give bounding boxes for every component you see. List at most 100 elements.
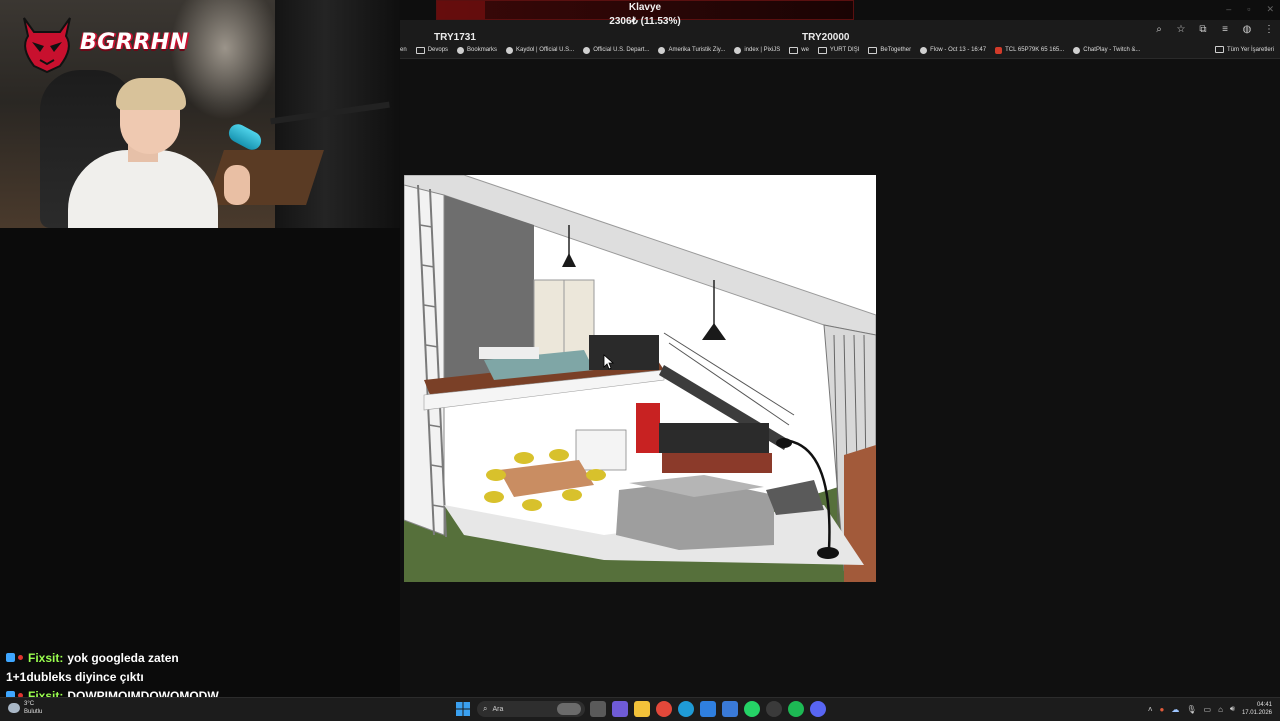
weather-temp: 3°C [24,701,35,707]
chat-badge-icon [6,653,15,662]
bookmark-label: TCL 65P79K 65 165... [1005,47,1065,53]
folder-icon [1214,46,1224,53]
windows-taskbar: 3°C Bulutlu ⌕ Ara ˄ ● ☁ 🎙︎ ▭ ⌂ 🔊︎ 04:41 … [0,697,1280,721]
folder-icon [817,46,827,54]
bookmark-label: en [400,47,407,53]
bookmark-label: we [801,47,809,53]
bookmark-label: Amerika Turistik Ziy... [668,47,726,53]
bookmark-item[interactable]: Devops [415,46,449,54]
bookmark-item[interactable]: ChatPlay - Twitch &... [1073,46,1141,54]
chevron-up-icon[interactable]: ˄ [1148,705,1153,714]
bookmark-label: index | PixiJS [744,47,781,53]
obs-icon[interactable] [766,701,782,717]
discord-icon[interactable] [810,701,826,717]
tray-app-icon[interactable]: ● [1160,705,1165,714]
bookmark-item[interactable]: BeTogether [868,46,912,54]
folder-icon [868,46,878,54]
search-placeholder: Ara [492,705,504,713]
chat-text: yok googleda zaten [67,650,179,665]
network-icon[interactable]: ⌂ [1218,705,1223,714]
star-icon[interactable]: ☆ [1174,23,1188,37]
bookmark-item[interactable]: Amerika Turistik Ziy... [658,46,726,54]
globe-icon [1073,46,1081,54]
volume-icon[interactable]: 🔊︎ [1230,704,1235,714]
onedrive-icon[interactable]: ☁ [1171,705,1179,714]
extensions-icon[interactable]: ⧉ [1196,23,1210,37]
taskbar-apps [590,701,826,717]
bookmark-label: Official U.S. Depart... [593,47,650,53]
bookmark-item[interactable]: en [400,47,407,53]
bookmark-label: Bookmarks [467,47,498,53]
chat-text: 1+1dubleks diyince çıktı [6,669,144,684]
close-icon[interactable]: ✕ [1266,4,1274,15]
bookmark-item[interactable]: Official U.S. Depart... [583,46,650,54]
search-icon: ⌕ [483,704,488,713]
donation-goal-max: TRY20000 [802,32,850,43]
file-explorer-icon[interactable] [634,701,650,717]
red-icon [995,46,1003,54]
webcam-feed: BGRRHN [0,0,400,228]
donation-goal-amount: 2306₺ (11.53%) [609,16,681,27]
chat-message: Fixsit: yok googleda zaten [6,648,396,667]
chat-message: 1+1dubleks diyince çıktı [6,667,396,686]
mic-icon[interactable]: 🎙︎ [1186,705,1196,714]
donation-goal-min: TRY1731 [434,32,476,43]
maximize-icon[interactable]: ▫ [1247,4,1250,15]
bookmark-item[interactable]: Kaydol | Official U.S... [506,46,574,54]
bookmark-item[interactable]: Bookmarks [457,46,498,54]
zoom-icon[interactable]: ⌕ [1152,23,1166,37]
clock-time: 04:41 [1256,702,1272,708]
profile-icon[interactable]: ◍ [1240,23,1254,37]
folder-icon [789,46,799,54]
weather-widget[interactable]: 3°C Bulutlu [8,700,42,716]
system-tray: ˄ ● ☁ 🎙︎ ▭ ⌂ 🔊︎ 04:41 17.01.2026 [1148,701,1272,717]
duplex-interior-image[interactable] [404,175,876,582]
folder-icon [415,46,425,54]
demon-mask-icon [23,17,71,74]
globe-icon [506,46,514,54]
bookmark-label: Devops [427,47,449,53]
cloud-icon [8,703,20,713]
bookmark-item[interactable]: index | PixiJS [734,46,781,54]
task-view-icon[interactable] [590,701,606,717]
chat-status-dot-icon [18,655,23,660]
taskbar-clock[interactable]: 04:41 17.01.2026 [1242,701,1272,717]
bookmark-item[interactable]: TCL 65P79K 65 165... [995,46,1065,54]
whatsapp-icon[interactable] [744,701,760,717]
channel-logo: BGRRHN [8,10,190,74]
windows-start-icon[interactable] [456,702,470,716]
duplex-render [404,175,876,582]
search-highlight-image [557,703,581,715]
globe-icon [457,46,465,54]
channel-logo-text: BGRRHN [80,30,189,55]
bookmark-label: BeTogether [880,47,912,53]
display-icon[interactable]: ▭ [1204,705,1212,714]
copilot-icon[interactable] [612,701,628,717]
streamer-hand [224,165,250,205]
bookmark-label: ChatPlay - Twitch &... [1083,47,1141,53]
clock-date: 17.01.2026 [1241,710,1272,716]
media-icon[interactable]: ≡ [1218,23,1232,37]
all-bookmarks-button[interactable]: Tüm Yer İşaretleri [1214,46,1274,53]
microphone [225,121,265,153]
globe-icon [734,46,742,54]
bookmark-item[interactable]: YURT DIŞI [817,46,860,54]
chrome-icon[interactable] [656,701,672,717]
edge-icon[interactable] [678,701,694,717]
bookmark-item[interactable]: Flow - Oct 13 - 16:47 [920,46,986,54]
chat-username: Fixsit: [28,650,64,665]
window-controls: – ▫ ✕ [1226,4,1274,15]
donation-goal-title: Klavye [628,2,662,13]
store-icon[interactable] [700,701,716,717]
minimize-icon[interactable]: – [1226,4,1231,15]
spotify-icon[interactable] [788,701,804,717]
taskbar-search[interactable]: ⌕ Ara [477,701,585,717]
streamer-hair [116,78,186,110]
mail-icon[interactable] [722,701,738,717]
bookmarks-bar: en Devops Bookmarks Kaydol | Official U.S..… [400,42,1280,59]
bookmark-item[interactable]: we [789,46,809,54]
bookmark-label: YURT DIŞI [829,47,860,53]
all-bookmarks-label: Tüm Yer İşaretleri [1226,46,1274,53]
globe-icon [920,46,928,54]
menu-icon[interactable]: ⋮ [1262,23,1276,37]
